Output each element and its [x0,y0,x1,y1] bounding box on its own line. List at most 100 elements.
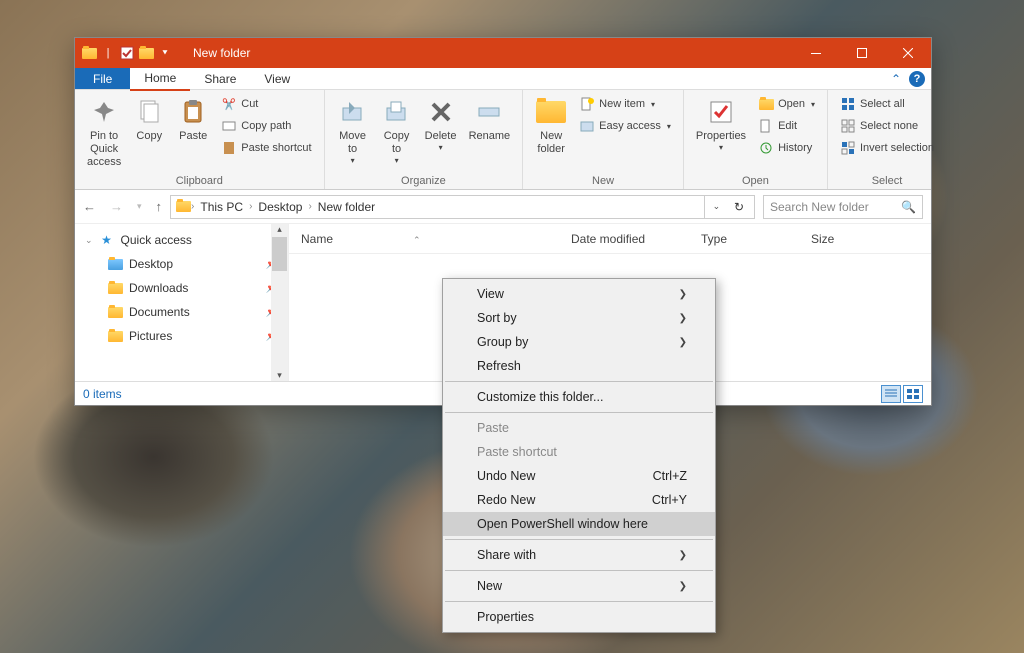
menu-sort-by[interactable]: Sort by❯ [443,306,715,330]
menu-group-by[interactable]: Group by❯ [443,330,715,354]
tree-quick-access[interactable]: ⌄ ★ Quick access [75,228,288,252]
menu-paste: Paste [443,416,715,440]
menu-separator [445,570,713,571]
scroll-down-icon[interactable]: ▾ [277,370,282,381]
new-folder-icon [535,96,567,128]
pin-icon [88,96,120,128]
ribbon-group-organize: Move to▾ Copy to▾ Delete▾ Rename Organiz… [325,90,524,189]
copy-icon [133,96,165,128]
menu-redo[interactable]: Redo NewCtrl+Y [443,488,715,512]
address-dropdown-icon[interactable]: ⌄ [713,201,721,212]
icons-view-button[interactable] [903,385,923,403]
paste-button[interactable]: Paste [173,94,213,145]
tree-desktop[interactable]: Desktop📌 [75,252,288,276]
help-icon[interactable]: ? [909,71,925,87]
tab-share[interactable]: Share [190,68,250,90]
refresh-button[interactable]: ↻ [728,200,750,214]
edit-button[interactable]: Edit [754,116,819,136]
chevron-right-icon: ❯ [679,313,687,324]
rename-button[interactable]: Rename [465,94,515,145]
recent-locations-icon[interactable]: ▾ [137,201,142,212]
copy-button[interactable]: Copy [129,94,169,145]
navigation-pane: ⌄ ★ Quick access Desktop📌 Downloads📌 Doc… [75,224,289,381]
close-button[interactable] [885,38,931,68]
search-icon: 🔍 [901,200,916,214]
maximize-button[interactable] [839,38,885,68]
tab-home[interactable]: Home [130,67,190,91]
menu-view[interactable]: View❯ [443,282,715,306]
search-input[interactable]: Search New folder 🔍 [763,195,923,219]
up-button[interactable]: ↑ [156,199,163,214]
column-headers: Name⌃ Date modified Type Size [289,224,931,254]
scissors-icon: ✂️ [221,96,237,112]
column-size[interactable]: Size [799,232,846,246]
folder-qat-icon[interactable] [138,45,154,61]
history-button[interactable]: History [754,138,819,158]
tree-pictures[interactable]: Pictures📌 [75,324,288,348]
copy-path-button[interactable]: Copy path [217,116,315,136]
menu-new[interactable]: New❯ [443,574,715,598]
menu-open-powershell[interactable]: Open PowerShell window here [443,512,715,536]
folder-icon [81,45,97,61]
titlebar[interactable]: | ⯆ New folder [75,38,931,68]
address-bar: ← → ▾ ↑ › This PC › Desktop › New folder… [75,190,931,224]
tab-file[interactable]: File [75,68,130,89]
invert-selection-button[interactable]: Invert selection [836,138,938,158]
easy-access-button[interactable]: Easy access▾ [575,116,675,136]
menu-separator [445,601,713,602]
crumb-desktop[interactable]: Desktop [252,200,308,214]
menu-customize[interactable]: Customize this folder... [443,385,715,409]
back-button[interactable]: ← [83,199,96,214]
new-folder-button[interactable]: New folder [531,94,571,158]
menu-share-with[interactable]: Share with❯ [443,543,715,567]
column-date[interactable]: Date modified [559,232,689,246]
invert-selection-icon [840,140,856,156]
move-to-button[interactable]: Move to▾ [333,94,373,168]
qat-dropdown-icon[interactable]: ⯆ [157,45,173,61]
copy-to-button[interactable]: Copy to▾ [377,94,417,168]
nav-scrollbar[interactable]: ▴ ▾ [271,224,288,381]
item-count: 0 items [83,387,122,401]
chevron-right-icon: ❯ [679,550,687,561]
pin-quick-access-button[interactable]: Pin to Quick access [83,94,125,172]
ribbon-group-select: Select all Select none Invert selection … [828,90,946,189]
breadcrumb[interactable]: › This PC › Desktop › New folder ⌄ ↻ [170,195,755,219]
tree-documents[interactable]: Documents📌 [75,300,288,324]
properties-qat-icon[interactable] [119,45,135,61]
chevron-down-icon: ⌄ [85,235,93,246]
delete-button[interactable]: Delete▾ [421,94,461,155]
star-icon: ★ [99,232,115,248]
edit-icon [758,118,774,134]
folder-icon [107,256,123,272]
new-item-icon [579,96,595,112]
crumb-this-pc[interactable]: This PC [194,200,249,214]
minimize-button[interactable] [793,38,839,68]
menu-properties[interactable]: Properties [443,605,715,629]
properties-button[interactable]: Properties▾ [692,94,750,155]
scroll-up-icon[interactable]: ▴ [277,224,282,235]
copy-to-icon [381,96,413,128]
new-item-button[interactable]: New item▾ [575,94,675,114]
crumb-current[interactable]: New folder [312,200,381,214]
scroll-thumb[interactable] [272,237,287,271]
forward-button[interactable]: → [110,199,123,214]
menu-undo[interactable]: Undo NewCtrl+Z [443,464,715,488]
ribbon-group-open: Properties▾ Open▾ Edit History Open [684,90,828,189]
open-icon [758,96,774,112]
open-button[interactable]: Open▾ [754,94,819,114]
move-to-icon [337,96,369,128]
folder-icon [107,328,123,344]
collapse-ribbon-icon[interactable]: ⌃ [891,72,901,86]
ribbon: Pin to Quick access Copy Paste ✂️Cut Cop… [75,90,931,190]
tab-view[interactable]: View [250,68,304,90]
cut-button[interactable]: ✂️Cut [217,94,315,114]
tree-downloads[interactable]: Downloads📌 [75,276,288,300]
column-type[interactable]: Type [689,232,799,246]
select-none-button[interactable]: Select none [836,116,938,136]
column-name[interactable]: Name⌃ [289,232,559,246]
select-all-button[interactable]: Select all [836,94,938,114]
paste-shortcut-button[interactable]: Paste shortcut [217,138,315,158]
menu-refresh[interactable]: Refresh [443,354,715,378]
select-none-icon [840,118,856,134]
details-view-button[interactable] [881,385,901,403]
